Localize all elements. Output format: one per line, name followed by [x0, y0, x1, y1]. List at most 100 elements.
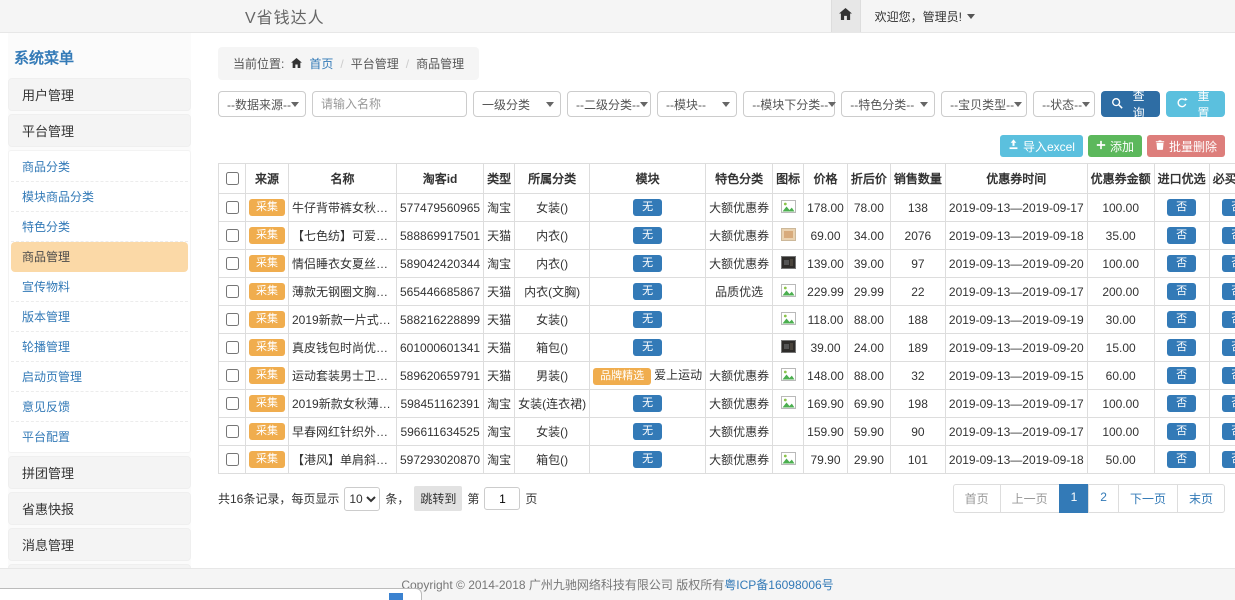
add-button[interactable]: 添加 [1088, 135, 1142, 157]
must-buy-toggle[interactable]: 否 [1222, 339, 1235, 356]
module-badge[interactable]: 无 [633, 311, 662, 328]
import-select-toggle[interactable]: 否 [1167, 367, 1196, 384]
row-checkbox[interactable] [226, 425, 239, 438]
must-buy-toggle[interactable]: 否 [1222, 423, 1235, 440]
table-row: 采集 牛仔背带裤女秋装减龄... 577479560965 淘宝 女装() 无 … [219, 194, 1235, 222]
must-buy-toggle[interactable]: 否 [1222, 451, 1235, 468]
row-checkbox[interactable] [226, 313, 239, 326]
per-page-select[interactable]: 10 [344, 487, 380, 511]
import-select-toggle[interactable]: 否 [1167, 227, 1196, 244]
module-badge[interactable]: 无 [633, 395, 662, 412]
filter-module[interactable]: --模块-- [657, 91, 737, 117]
import-select-toggle[interactable]: 否 [1167, 395, 1196, 412]
filter-item-type[interactable]: --宝贝类型-- [941, 91, 1027, 117]
import-excel-button[interactable]: 导入excel [1000, 135, 1083, 157]
must-buy-toggle[interactable]: 否 [1222, 311, 1235, 328]
taoke-id-cell: 588869917501 [397, 222, 484, 250]
module-badge[interactable]: 无 [633, 227, 662, 244]
module-badge[interactable]: 无 [633, 423, 662, 440]
import-select-toggle[interactable]: 否 [1167, 199, 1196, 216]
select-all-checkbox[interactable] [226, 172, 239, 185]
import-select-toggle[interactable]: 否 [1167, 311, 1196, 328]
row-checkbox[interactable] [226, 285, 239, 298]
reset-button[interactable]: 重置 [1166, 91, 1225, 117]
module-cell: 无 [590, 390, 706, 418]
filter-data-source[interactable]: --数据来源-- [218, 91, 306, 117]
sidebar-section-user-management[interactable]: 用户管理 [8, 78, 191, 111]
breadcrumb-separator: / [406, 57, 409, 71]
must-buy-toggle[interactable]: 否 [1222, 395, 1235, 412]
chevron-down-icon [1014, 102, 1022, 107]
icon-cell [773, 194, 804, 222]
page-button[interactable]: 1 [1059, 484, 1090, 513]
must-buy-toggle[interactable]: 否 [1222, 283, 1235, 300]
sidebar-section-saving-express[interactable]: 省惠快报 [8, 492, 191, 525]
row-checkbox[interactable] [226, 453, 239, 466]
breadcrumb-home-link[interactable]: 首页 [309, 55, 333, 72]
search-button[interactable]: 查询 [1101, 91, 1160, 117]
module-badge[interactable]: 无 [633, 283, 662, 300]
sidebar-item[interactable]: 模块商品分类 [11, 182, 188, 212]
import-select-cell: 否 [1154, 446, 1209, 474]
filter-feature-category[interactable]: --特色分类-- [841, 91, 935, 117]
row-checkbox[interactable] [226, 257, 239, 270]
module-badge[interactable]: 无 [633, 451, 662, 468]
sidebar-item[interactable]: 商品分类 [11, 152, 188, 182]
sidebar-item[interactable]: 轮播管理 [11, 332, 188, 362]
filter-level1-category[interactable]: 一级分类 [473, 91, 561, 117]
module-badge[interactable]: 品牌精选 [593, 368, 651, 385]
source-cell: 采集 [246, 334, 289, 362]
sidebar-item[interactable]: 宣传物料 [11, 272, 188, 302]
import-select-toggle[interactable]: 否 [1167, 283, 1196, 300]
sidebar-item[interactable]: 商品管理 [11, 242, 188, 272]
jump-page-input[interactable] [484, 487, 520, 510]
source-badge: 采集 [249, 311, 285, 328]
must-buy-toggle[interactable]: 否 [1222, 255, 1235, 272]
page-button[interactable]: 2 [1088, 484, 1119, 513]
sidebar-item[interactable]: 版本管理 [11, 302, 188, 332]
module-badge[interactable]: 无 [633, 255, 662, 272]
select-value: --数据来源-- [227, 96, 291, 113]
import-select-toggle[interactable]: 否 [1167, 255, 1196, 272]
filter-bar: --数据来源-- 一级分类--二级分类----模块----模块下分类----特色分… [218, 91, 1225, 117]
jump-button[interactable]: 跳转到 [414, 486, 462, 511]
pagination-summary: 共16条记录，每页显示 10 条， 跳转到 第 页 [218, 486, 537, 511]
sidebar-item[interactable]: 启动页管理 [11, 362, 188, 392]
row-checkbox[interactable] [226, 341, 239, 354]
filter-module-subcategory[interactable]: --模块下分类-- [743, 91, 835, 117]
page-button[interactable]: 首页 [953, 484, 1001, 513]
user-menu[interactable]: 欢迎您，管理员! [875, 8, 975, 25]
must-buy-toggle[interactable]: 否 [1222, 367, 1235, 384]
import-select-toggle[interactable]: 否 [1167, 451, 1196, 468]
home-button[interactable] [831, 0, 861, 32]
page-button[interactable]: 末页 [1177, 484, 1225, 513]
sidebar-item[interactable]: 特色分类 [11, 212, 188, 242]
must-buy-toggle[interactable]: 否 [1222, 199, 1235, 216]
row-checkbox[interactable] [226, 369, 239, 382]
sidebar-section-group-buy-management[interactable]: 拼团管理 [8, 456, 191, 489]
filter-level2-category[interactable]: --二级分类-- [567, 91, 651, 117]
row-checkbox[interactable] [226, 201, 239, 214]
sidebar-item[interactable]: 意见反馈 [11, 392, 188, 422]
sidebar-item[interactable]: 平台配置 [11, 422, 188, 451]
import-select-cell: 否 [1154, 306, 1209, 334]
batch-delete-button[interactable]: 批量删除 [1147, 135, 1225, 157]
sidebar-section-message-management[interactable]: 消息管理 [8, 528, 191, 561]
import-select-toggle[interactable]: 否 [1167, 423, 1196, 440]
import-select-cell: 否 [1154, 334, 1209, 362]
price-cell: 39.00 [804, 334, 848, 362]
filter-status[interactable]: --状态-- [1033, 91, 1095, 117]
name-search-input[interactable] [312, 91, 467, 117]
import-select-toggle[interactable]: 否 [1167, 339, 1196, 356]
page-button[interactable]: 下一页 [1118, 484, 1178, 513]
module-badge[interactable]: 无 [633, 339, 662, 356]
icp-link[interactable]: 粤ICP备16098006号 [724, 576, 833, 593]
row-checkbox[interactable] [226, 229, 239, 242]
sidebar-section-platform-management[interactable]: 平台管理 [8, 114, 191, 147]
page-button[interactable]: 上一页 [1000, 484, 1060, 513]
module-badge[interactable]: 无 [633, 199, 662, 216]
feature-cell: 大额优惠券 [706, 390, 773, 418]
row-checkbox[interactable] [226, 397, 239, 410]
select-value: --宝贝类型-- [950, 96, 1014, 113]
must-buy-toggle[interactable]: 否 [1222, 227, 1235, 244]
